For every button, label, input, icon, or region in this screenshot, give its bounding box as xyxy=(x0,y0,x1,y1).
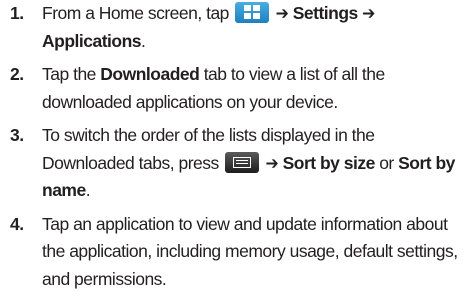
step-number: 2. xyxy=(10,64,24,84)
sort-by-size-label: Sort by size xyxy=(282,152,376,173)
step-3: 3. To switch the order of the lists disp… xyxy=(0,122,468,205)
step-number: 4. xyxy=(10,213,24,234)
step-text: From a Home screen, tap ➔ Settings ➔ Appl… xyxy=(42,2,375,51)
arrow-icon: ➔ xyxy=(265,152,279,173)
applications-label: Applications xyxy=(42,30,142,51)
downloaded-label: Downloaded xyxy=(100,64,200,84)
step-1: 1. From a Home screen, tap ➔ Settings ➔ A… xyxy=(0,0,468,55)
step-text: Tap an application to view and update in… xyxy=(42,213,458,289)
menu-icon xyxy=(225,151,260,173)
step-number: 3. xyxy=(10,125,24,145)
step-4: 4. Tap an application to view and update… xyxy=(0,211,468,294)
step-number: 1. xyxy=(10,3,24,23)
arrow-icon: ➔ xyxy=(275,3,289,23)
step-2: 2. Tap the Downloaded tab to view a list… xyxy=(0,61,468,116)
settings-label: Settings xyxy=(292,3,359,23)
step-text: To switch the order of the lists display… xyxy=(42,125,455,200)
arrow-icon: ➔ xyxy=(362,3,375,23)
apps-icon xyxy=(235,2,270,23)
instructions-page: 1. From a Home screen, tap ➔ Settings ➔ A… xyxy=(0,0,474,302)
step-text: Tap the Downloaded tab to view a list of… xyxy=(42,64,385,112)
